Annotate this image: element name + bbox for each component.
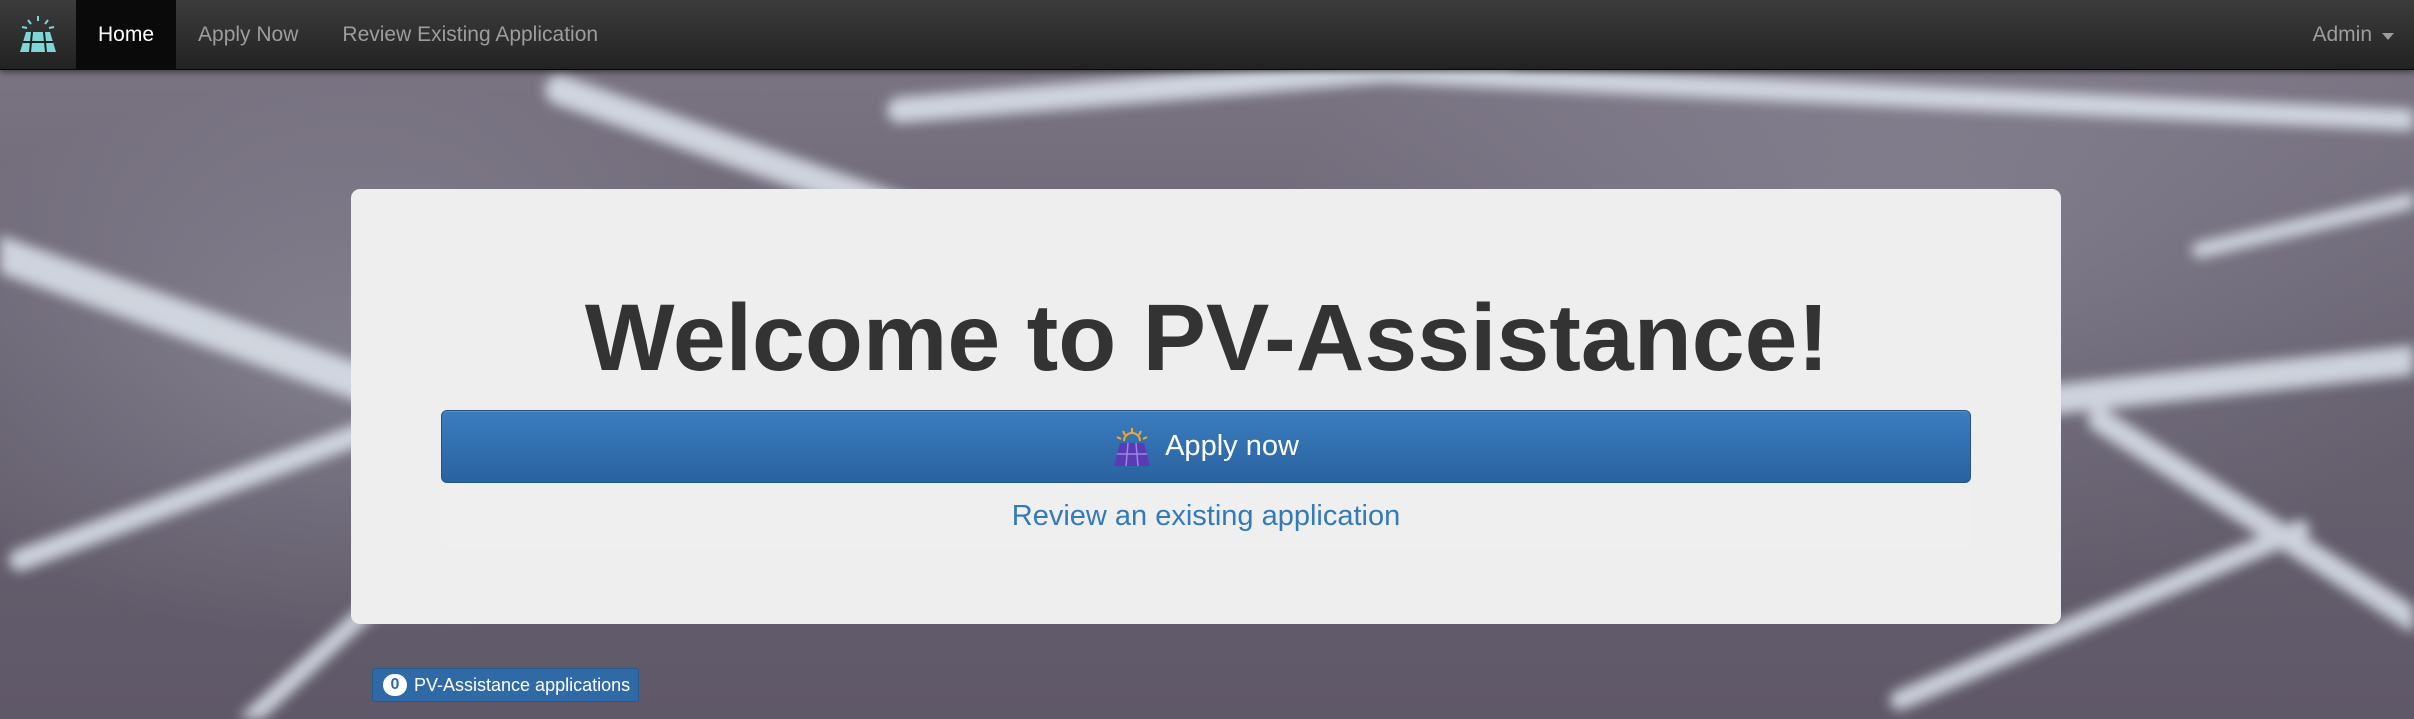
application-count: 0 [383, 674, 407, 696]
solar-panel-sun-icon [1114, 427, 1151, 466]
nav-home[interactable]: Home [76, 0, 177, 70]
apply-now-button[interactable]: Apply now [441, 410, 1971, 483]
page-title: Welcome to PV-Assistance! [584, 285, 1830, 391]
review-existing-application-link[interactable]: Review an existing application [1012, 500, 1401, 533]
caret-down-icon [2382, 32, 2394, 40]
review-link-container: Review an existing application [441, 483, 1971, 549]
admin-label: Admin [2312, 23, 2372, 46]
welcome-panel [351, 189, 2061, 624]
admin-dropdown[interactable]: Admin [2312, 0, 2394, 70]
nav-apply-now[interactable]: Apply Now [176, 0, 320, 70]
applications-label: PV-Assistance applications [414, 674, 631, 695]
nav-review-existing-application[interactable]: Review Existing Application [320, 0, 620, 70]
applications-count-badge[interactable]: 0 PV-Assistance applications [372, 668, 640, 702]
top-navbar: Home Apply Now Review Existing Applicati… [0, 0, 2414, 70]
apply-now-label: Apply now [1165, 430, 1299, 462]
solar-panel-icon [20, 15, 56, 52]
brand-logo[interactable] [0, 0, 76, 70]
